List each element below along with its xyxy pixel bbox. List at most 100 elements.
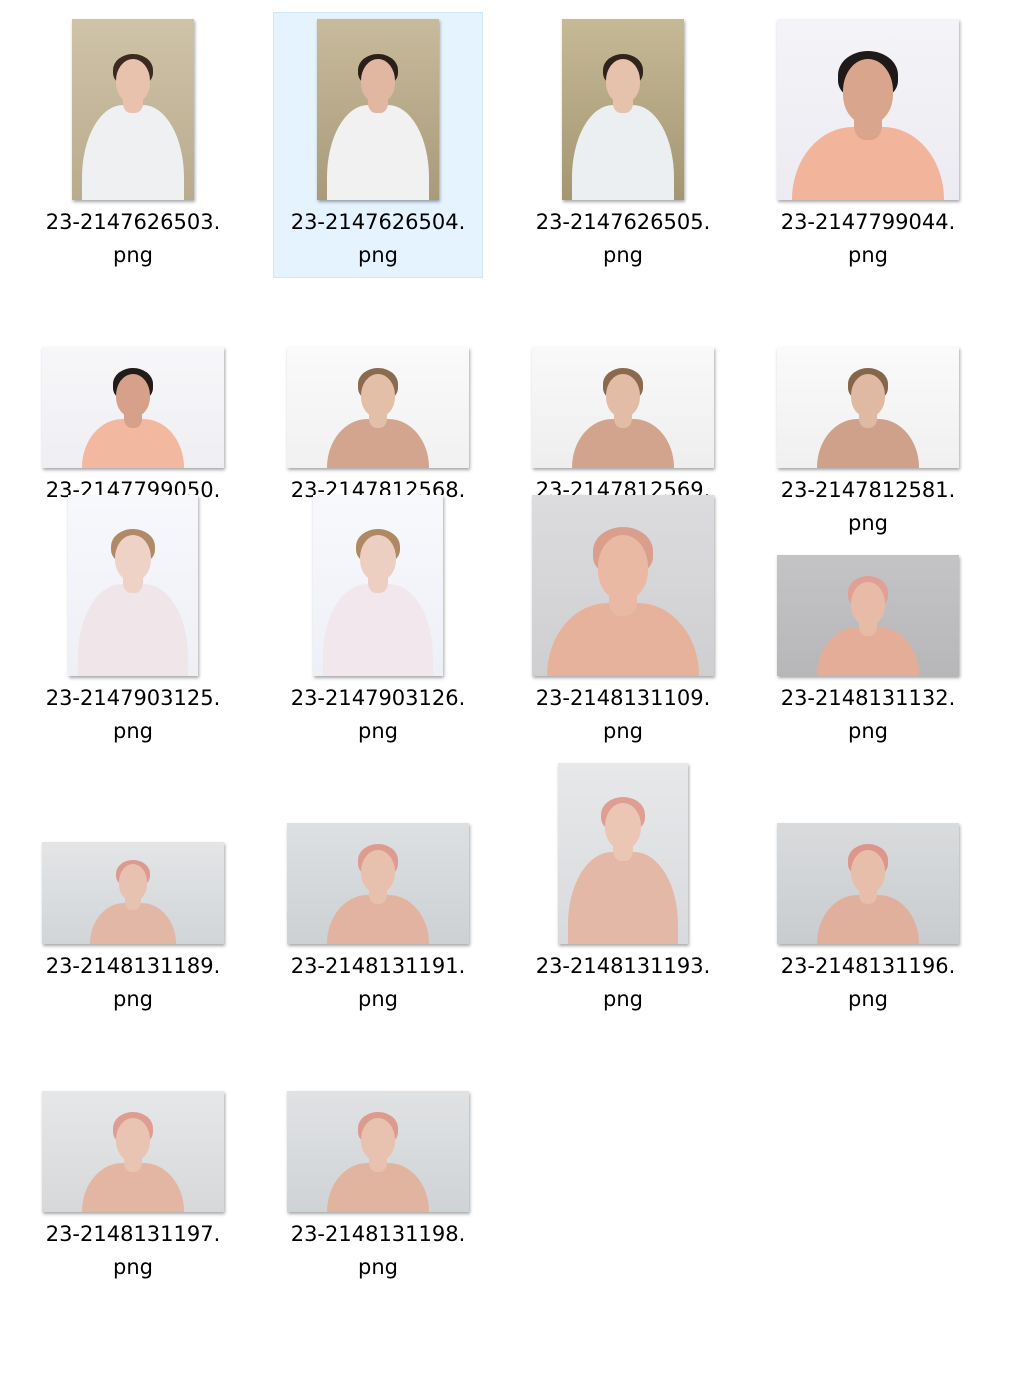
thumbnail-image xyxy=(558,763,688,944)
thumbnail-image xyxy=(287,347,469,468)
thumbnail-image xyxy=(42,347,224,468)
portrait-face xyxy=(118,864,148,901)
file-name-line1: 23-2147626503. xyxy=(45,210,221,234)
thumbnail-image xyxy=(287,823,469,944)
portrait-face xyxy=(606,373,640,417)
thumbnail-area xyxy=(518,756,728,950)
file-item[interactable]: 23-2147626505. png xyxy=(518,12,728,278)
portrait-face xyxy=(116,373,150,417)
thumbnail-area xyxy=(273,488,483,682)
thumbnail-image xyxy=(42,1091,224,1212)
file-item[interactable]: 23-2148131196. png xyxy=(763,756,973,1022)
file-name-line2: png xyxy=(113,1255,153,1279)
portrait-face xyxy=(604,802,642,850)
thumbnail-area xyxy=(273,1024,483,1218)
portrait-face xyxy=(116,1117,150,1161)
file-name-line2: png xyxy=(848,987,888,1011)
file-name: 23-2147626505. png xyxy=(518,206,728,272)
file-name-line1: 23-2148131196. xyxy=(780,954,956,978)
file-name-line2: png xyxy=(358,987,398,1011)
file-item[interactable]: 23-2148131193. png xyxy=(518,756,728,1022)
thumbnail-area xyxy=(28,756,238,950)
file-item[interactable]: 23-2148131189. png xyxy=(28,756,238,1022)
thumbnail-image xyxy=(777,19,959,200)
thumbnail-image xyxy=(532,495,714,676)
file-name-line2: png xyxy=(113,243,153,267)
file-name: 23-2148131189. png xyxy=(28,950,238,1016)
portrait-face xyxy=(851,849,885,893)
file-name: 23-2148131198. png xyxy=(273,1218,483,1284)
portrait-face xyxy=(851,581,885,625)
file-name-line2: png xyxy=(603,987,643,1011)
file-item[interactable]: 23-2148131197. png xyxy=(28,1024,238,1290)
thumbnail-image xyxy=(42,842,224,944)
thumbnail-area xyxy=(273,756,483,950)
file-name-line2: png xyxy=(848,719,888,743)
thumbnail-area xyxy=(273,12,483,206)
portrait-shoulders xyxy=(326,104,430,200)
thumbnail-area xyxy=(763,280,973,474)
thumbnail-area xyxy=(763,756,973,950)
file-name: 23-2148131193. png xyxy=(518,950,728,1016)
file-name-line2: png xyxy=(358,1255,398,1279)
portrait-face xyxy=(114,534,152,582)
file-item[interactable]: 23-2148131198. png xyxy=(273,1024,483,1290)
thumbnail-area xyxy=(518,488,728,682)
file-name: 23-2147903126. png xyxy=(273,682,483,748)
portrait-face xyxy=(361,1117,395,1161)
portrait-face xyxy=(359,534,397,582)
thumbnail-area xyxy=(28,488,238,682)
portrait-face xyxy=(851,373,885,417)
file-item[interactable]: 23-2147626504. png xyxy=(273,12,483,278)
thumbnail-image xyxy=(777,823,959,944)
portrait-face xyxy=(361,849,395,893)
file-item[interactable]: 23-2148131191. png xyxy=(273,756,483,1022)
file-name-line2: png xyxy=(358,243,398,267)
portrait-face xyxy=(842,58,894,124)
file-name: 23-2147903125. png xyxy=(28,682,238,748)
portrait-shoulders xyxy=(81,104,185,200)
thumbnail-image xyxy=(532,347,714,468)
thumbnail-image xyxy=(68,495,198,676)
thumbnail-image xyxy=(562,19,684,200)
file-name: 23-2148131197. png xyxy=(28,1218,238,1284)
file-name-line1: 23-2148131109. xyxy=(535,686,711,710)
file-name: 23-2147626503. png xyxy=(28,206,238,272)
file-item[interactable]: 23-2147799044. png xyxy=(763,12,973,278)
thumbnail-area xyxy=(518,12,728,206)
portrait-face xyxy=(360,58,396,103)
thumbnail-area xyxy=(763,488,973,682)
file-name-line2: png xyxy=(848,243,888,267)
file-name: 23-2148131191. png xyxy=(273,950,483,1016)
file-name-line1: 23-2148131132. xyxy=(780,686,956,710)
file-item[interactable]: 23-2148131132. png xyxy=(763,488,973,754)
file-item[interactable]: 23-2148131109. png xyxy=(518,488,728,754)
portrait-face xyxy=(597,534,649,600)
file-name-line1: 23-2147626505. xyxy=(535,210,711,234)
file-name-line2: png xyxy=(113,987,153,1011)
thumbnail-image xyxy=(777,347,959,468)
thumbnail-image xyxy=(287,1091,469,1212)
portrait-shoulders xyxy=(323,583,433,676)
thumbnail-area xyxy=(518,280,728,474)
portrait-face xyxy=(605,58,641,103)
thumbnail-image xyxy=(72,19,194,200)
file-name-line1: 23-2148131197. xyxy=(45,1222,221,1246)
file-name: 23-2147626504. png xyxy=(273,206,483,272)
file-name: 23-2148131132. png xyxy=(763,682,973,748)
thumbnail-area xyxy=(763,12,973,206)
file-item[interactable]: 23-2147626503. png xyxy=(28,12,238,278)
file-name-line1: 23-2147626504. xyxy=(290,210,466,234)
thumbnail-image xyxy=(317,19,439,200)
file-item[interactable]: 23-2147903126. png xyxy=(273,488,483,754)
portrait-shoulders xyxy=(571,104,675,200)
portrait-face xyxy=(361,373,395,417)
file-name-line1: 23-2148131193. xyxy=(535,954,711,978)
file-name: 23-2147799044. png xyxy=(763,206,973,272)
file-name-line2: png xyxy=(358,719,398,743)
file-name-line2: png xyxy=(603,243,643,267)
file-name-line1: 23-2148131198. xyxy=(290,1222,466,1246)
file-name: 23-2148131196. png xyxy=(763,950,973,1016)
file-name-line2: png xyxy=(603,719,643,743)
file-item[interactable]: 23-2147903125. png xyxy=(28,488,238,754)
